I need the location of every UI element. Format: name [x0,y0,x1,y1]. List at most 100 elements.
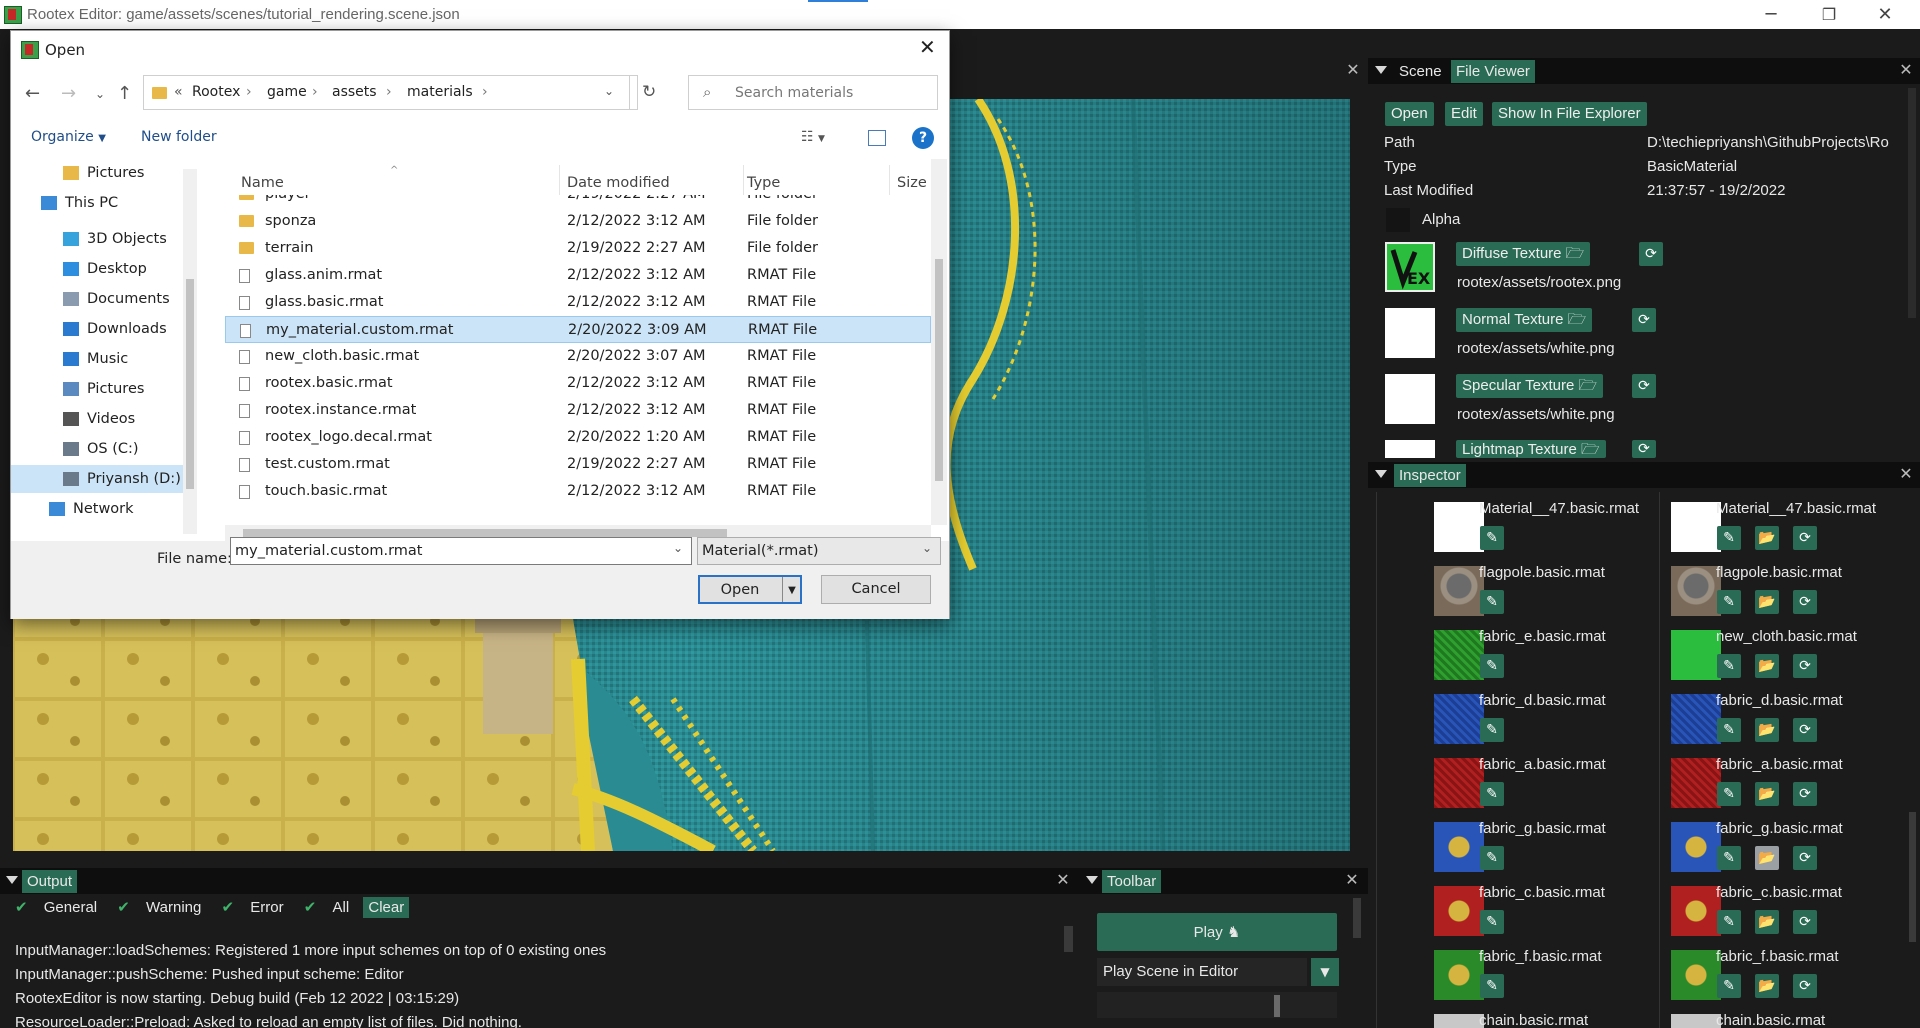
check-icon[interactable]: ✔ [304,898,317,916]
reload-icon[interactable]: ⟳ [1793,782,1817,806]
breadcrumb-assets[interactable]: assets [332,84,377,100]
dialog-close-icon[interactable]: ✕ [919,35,936,59]
breadcrumb-game[interactable]: game [267,84,307,100]
nav-item[interactable]: Music [63,345,183,373]
reload-icon[interactable]: ⟳ [1639,242,1663,266]
viewport-close-icon[interactable]: ✕ [1343,60,1363,80]
nav-item[interactable]: Desktop [63,255,183,283]
filter-error[interactable]: Error [250,899,283,916]
material-thumb[interactable] [1434,886,1484,936]
file-row[interactable]: player 2/19/2022 2:27 AM File folder [225,195,931,208]
tab-file-viewer[interactable]: File Viewer [1451,60,1535,83]
edit-icon[interactable]: ✎ [1717,782,1741,806]
cancel-button[interactable]: Cancel [821,575,931,604]
specular-thumb[interactable] [1385,374,1435,424]
recent-locations-icon[interactable]: ⌄ [95,87,105,101]
file-row[interactable]: rootex.instance.rmat 2/12/2022 3:12 AM RMA… [225,397,931,424]
file-viewer-scrollbar[interactable] [1908,88,1916,318]
nav-item[interactable]: Pictures [63,159,183,187]
show-in-explorer-button[interactable]: Show In File Explorer [1492,102,1647,126]
material-thumb[interactable] [1671,630,1721,680]
normal-texture-button[interactable]: Normal Texture 🗁 [1456,308,1593,332]
file-row[interactable]: rootex_logo.decal.rmat 2/20/2022 1:20 AM R… [225,424,931,451]
nav-item[interactable]: 3D Objects [63,225,183,253]
reload-icon[interactable]: ⟳ [1793,718,1817,742]
file-type-select[interactable]: Material(*.rmat) ⌄ [697,537,941,565]
column-size[interactable]: Size [897,175,927,191]
breadcrumb-overflow[interactable]: « [174,84,183,100]
file-row[interactable]: terrain 2/19/2022 2:27 AM File folder [225,235,931,262]
edit-icon[interactable]: ✎ [1717,654,1741,678]
breadcrumb-rootex[interactable]: Rootex [192,84,240,100]
collapse-icon[interactable] [6,876,18,884]
collapse-icon[interactable] [1086,876,1098,884]
edit-icon[interactable]: ✎ [1717,974,1741,998]
reload-icon[interactable]: ⟳ [1632,440,1656,458]
output-scrollbar[interactable] [1064,926,1073,952]
filter-all[interactable]: All [333,899,350,916]
reload-icon[interactable]: ⟳ [1793,910,1817,934]
refresh-icon[interactable]: ↻ [642,82,656,102]
folder-open-icon[interactable]: 📂 [1755,590,1779,614]
minimize-button[interactable]: ─ [1748,0,1794,29]
material-thumb[interactable] [1671,566,1721,616]
column-type[interactable]: Type [747,175,780,191]
material-thumb[interactable] [1434,502,1484,552]
reload-icon[interactable]: ⟳ [1632,308,1656,332]
check-icon[interactable]: ✔ [117,898,130,916]
clear-button[interactable]: Clear [363,897,410,918]
material-thumb[interactable] [1434,950,1484,1000]
time-slider[interactable] [1097,992,1337,1018]
folder-open-icon[interactable]: 📂 [1755,526,1779,550]
material-thumb[interactable] [1671,950,1721,1000]
specular-texture-button[interactable]: Specular Texture 🗁 [1456,374,1604,398]
file-row[interactable]: test.custom.rmat 2/19/2022 2:27 AM RMAT Fi… [225,451,931,478]
reload-icon[interactable]: ⟳ [1793,590,1817,614]
edit-icon[interactable]: ✎ [1480,782,1504,806]
filter-general[interactable]: General [44,899,97,916]
up-arrow-icon[interactable]: ↑ [117,83,132,104]
edit-icon[interactable]: ✎ [1480,654,1504,678]
lightmap-thumb[interactable] [1385,440,1435,458]
lightmap-texture-button[interactable]: Lightmap Texture 🗁 [1456,440,1606,458]
chevron-down-icon[interactable]: ⌄ [673,541,683,555]
nav-item[interactable]: This PC [41,189,183,217]
material-thumb[interactable] [1434,566,1484,616]
file-row[interactable]: glass.anim.rmat 2/12/2022 3:12 AM RMAT Fil… [225,262,931,289]
edit-icon[interactable]: ✎ [1480,846,1504,870]
edit-icon[interactable]: ✎ [1717,910,1741,934]
file-row[interactable]: sponza 2/12/2022 3:12 AM File folder [225,208,931,235]
material-thumb[interactable] [1434,1014,1484,1028]
edit-button[interactable]: Edit [1445,102,1483,126]
back-arrow-icon[interactable]: ← [25,83,40,104]
nav-scrollbar[interactable] [183,169,197,534]
chevron-down-icon[interactable]: ⌄ [604,84,614,98]
reload-icon[interactable]: ⟳ [1793,526,1817,550]
material-thumb[interactable] [1671,758,1721,808]
reload-icon[interactable]: ⟳ [1793,654,1817,678]
column-name[interactable]: Name [241,175,284,191]
nav-item[interactable]: Pictures [63,375,183,403]
file-list-scrollbar[interactable] [931,159,947,525]
material-thumb[interactable] [1671,694,1721,744]
check-icon[interactable]: ✔ [15,898,28,916]
nav-item[interactable]: Documents [63,285,183,313]
edit-icon[interactable]: ✎ [1480,910,1504,934]
preview-pane-icon[interactable] [868,130,886,146]
folder-open-icon[interactable]: 📂 [1755,718,1779,742]
file-viewer-close-icon[interactable]: ✕ [1896,60,1916,80]
slider-handle[interactable] [1274,995,1280,1017]
toolbar-close-icon[interactable]: ✕ [1342,870,1362,890]
reload-icon[interactable]: ⟳ [1793,846,1817,870]
material-thumb[interactable] [1434,694,1484,744]
file-row[interactable]: glass.basic.rmat 2/12/2022 3:12 AM RMAT Fi… [225,289,931,316]
check-icon[interactable]: ✔ [222,898,235,916]
chevron-down-icon[interactable]: ▼ [1311,958,1339,986]
view-options-icon[interactable]: ☷ ▼ [801,129,825,145]
material-thumb[interactable] [1434,758,1484,808]
folder-open-icon[interactable]: 📂 [1755,782,1779,806]
nav-item[interactable]: Priyansh (D:) [11,465,183,493]
tab-scene[interactable]: Scene [1394,60,1447,83]
inspector-close-icon[interactable]: ✕ [1896,464,1916,484]
normal-thumb[interactable] [1385,308,1435,358]
